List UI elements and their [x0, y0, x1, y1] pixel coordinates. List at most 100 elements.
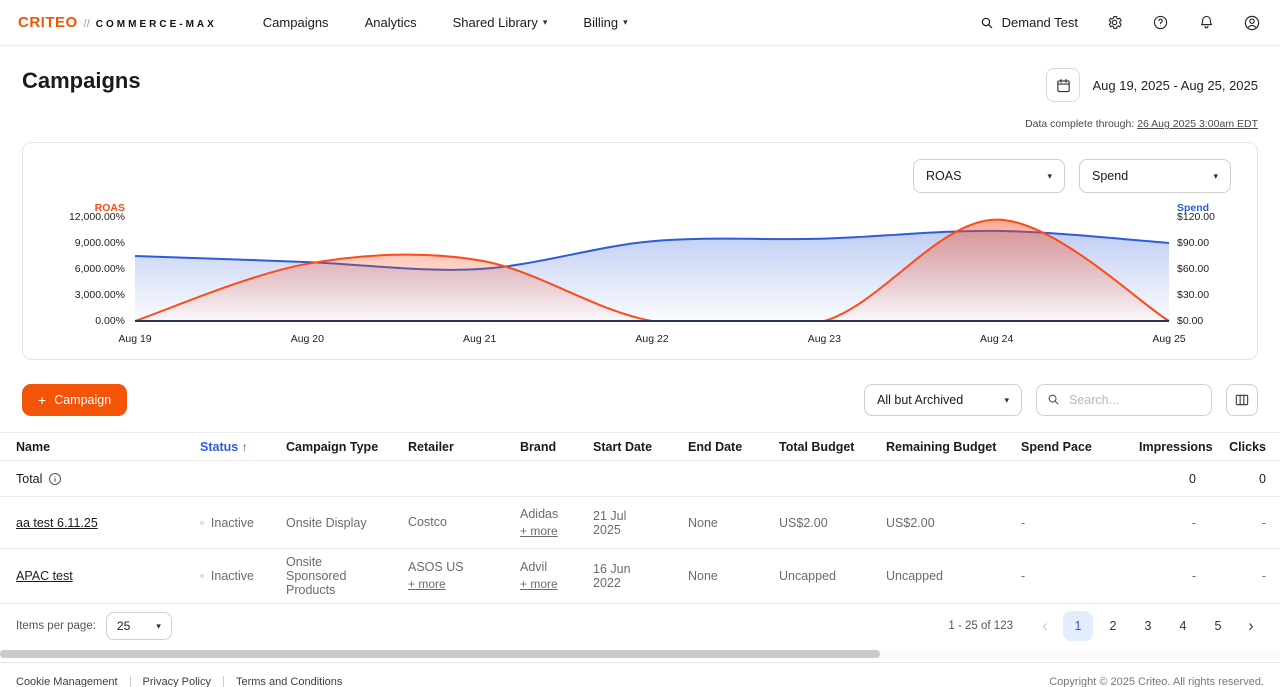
- col-header-start-date[interactable]: Start Date: [577, 433, 672, 461]
- col-header-spend-pace[interactable]: Spend Pace: [1005, 433, 1123, 461]
- performance-chart-card: ROAS ▾ Spend ▾ ROAS Spend 12,000.00% 9,0…: [22, 142, 1258, 360]
- logo-brand-text: CRITEO: [18, 14, 78, 31]
- info-icon[interactable]: [48, 472, 62, 486]
- copyright-text: Copyright © 2025 Criteo. All rights rese…: [1049, 676, 1264, 687]
- brand-name: Advil: [520, 559, 561, 576]
- chart-metric-left-select[interactable]: ROAS ▾: [913, 159, 1065, 193]
- remaining-budget: Uncapped: [870, 549, 1005, 604]
- next-page-button[interactable]: ›: [1238, 611, 1264, 641]
- profile-button[interactable]: [1242, 13, 1262, 33]
- scrollbar-thumb[interactable]: [0, 650, 880, 658]
- total-clicks: 0: [1212, 461, 1280, 497]
- pagination-bar: Items per page: 25 ▾ 1 - 25 of 123 ‹ 1 2…: [0, 604, 1280, 648]
- start-date: 21 Jul 2025: [577, 497, 672, 549]
- campaign-toolbar: + Campaign All but Archived ▾: [22, 384, 1258, 416]
- right-axis-ticks: $120.00 $90.00 $60.00 $30.00 $0.00: [1169, 217, 1231, 321]
- nav-item-billing[interactable]: Billing▾: [583, 15, 627, 30]
- date-controls: Aug 19, 2025 - Aug 25, 2025 Data complet…: [1025, 68, 1258, 130]
- table-row: APAC test Inactive Onsite Sponsored Prod…: [0, 549, 1280, 604]
- campaign-table: Name Status ↑ Campaign Type Retailer Bra…: [0, 432, 1280, 604]
- retailer-more-link[interactable]: + more: [408, 576, 488, 593]
- person-icon: [1243, 14, 1261, 32]
- total-budget: US$2.00: [763, 497, 870, 549]
- new-campaign-button[interactable]: + Campaign: [22, 384, 127, 416]
- chart-area: ROAS Spend 12,000.00% 9,000.00% 6,000.00…: [49, 197, 1231, 349]
- search-icon: [1046, 392, 1061, 407]
- prev-page-button[interactable]: ‹: [1032, 611, 1058, 641]
- total-row: Total 0 0: [0, 461, 1280, 497]
- page-button-2[interactable]: 2: [1098, 611, 1128, 641]
- date-picker-button[interactable]: [1046, 68, 1080, 102]
- chevron-down-icon: ▾: [1213, 172, 1218, 181]
- top-nav: CRITEO // COMMERCE-MAX Campaigns Analyti…: [0, 0, 1280, 46]
- data-complete-link[interactable]: 26 Aug 2025 3:00am EDT: [1137, 118, 1258, 130]
- col-header-total-budget[interactable]: Total Budget: [763, 433, 870, 461]
- chart-metric-right-select[interactable]: Spend ▾: [1079, 159, 1231, 193]
- impressions: -: [1123, 549, 1212, 604]
- nav-item-analytics[interactable]: Analytics: [365, 15, 417, 30]
- total-label: Total: [16, 472, 42, 486]
- chevron-down-icon: ▾: [623, 18, 628, 27]
- brand-name: Adidas: [520, 506, 561, 523]
- account-name: Demand Test: [1002, 15, 1078, 30]
- main-content: Campaigns Aug 19, 2025 - Aug 25, 2025 Da…: [0, 68, 1280, 416]
- horizontal-scrollbar[interactable]: [0, 650, 1280, 658]
- logo-product-text: COMMERCE-MAX: [96, 19, 217, 30]
- page-header: Campaigns Aug 19, 2025 - Aug 25, 2025 Da…: [22, 68, 1258, 130]
- col-header-status[interactable]: Status ↑: [184, 433, 270, 461]
- criteo-logo[interactable]: CRITEO // COMMERCE-MAX: [18, 14, 217, 31]
- table-header-row: Name Status ↑ Campaign Type Retailer Bra…: [0, 433, 1280, 461]
- brand-more-link[interactable]: + more: [520, 523, 561, 540]
- help-icon: [1152, 14, 1169, 31]
- chevron-down-icon: ▾: [156, 622, 161, 631]
- page-button-1[interactable]: 1: [1063, 611, 1093, 641]
- col-header-name[interactable]: Name: [0, 433, 184, 461]
- campaign-type: Onsite Sponsored Products: [286, 555, 346, 597]
- chevron-down-icon: ▾: [1004, 396, 1009, 405]
- left-axis-ticks: 12,000.00% 9,000.00% 6,000.00% 3,000.00%…: [49, 217, 135, 321]
- help-button[interactable]: [1150, 13, 1170, 33]
- col-header-brand[interactable]: Brand: [504, 433, 577, 461]
- retailer-name: ASOS US: [408, 559, 488, 576]
- campaign-name-link[interactable]: APAC test: [16, 569, 73, 583]
- page-button-3[interactable]: 3: [1133, 611, 1163, 641]
- clicks: -: [1212, 549, 1280, 604]
- items-per-page-select[interactable]: 25 ▾: [106, 612, 172, 640]
- campaign-name-link[interactable]: aa test 6.11.25: [16, 516, 98, 530]
- clicks: -: [1212, 497, 1280, 549]
- spend-pace: -: [1005, 497, 1123, 549]
- page-button-4[interactable]: 4: [1168, 611, 1198, 641]
- notifications-button[interactable]: [1196, 13, 1216, 33]
- col-header-retailer[interactable]: Retailer: [392, 433, 504, 461]
- sort-ascending-icon: ↑: [242, 440, 248, 454]
- col-header-clicks[interactable]: Clicks: [1212, 433, 1280, 461]
- account-search-selector[interactable]: Demand Test: [979, 15, 1078, 31]
- column-settings-button[interactable]: [1226, 384, 1258, 416]
- campaign-table-wrap: Name Status ↑ Campaign Type Retailer Bra…: [0, 432, 1280, 604]
- footer-link-privacy-policy[interactable]: Privacy Policy: [130, 676, 223, 687]
- page-title: Campaigns: [22, 68, 141, 94]
- columns-icon: [1234, 392, 1250, 408]
- items-per-page-label: Items per page:: [16, 620, 96, 632]
- status-filter-select[interactable]: All but Archived ▾: [864, 384, 1022, 416]
- col-header-impressions[interactable]: Impressions: [1123, 433, 1212, 461]
- date-range-value: Aug 19, 2025 - Aug 25, 2025: [1092, 78, 1258, 93]
- page-footer: Cookie Management Privacy Policy Terms a…: [0, 662, 1280, 687]
- settings-button[interactable]: [1104, 13, 1124, 33]
- search-icon: [979, 15, 995, 31]
- end-date: None: [672, 549, 763, 604]
- search-input[interactable]: [1036, 384, 1212, 416]
- primary-nav: Campaigns Analytics Shared Library▾ Bill…: [263, 15, 628, 30]
- footer-link-terms[interactable]: Terms and Conditions: [223, 676, 354, 687]
- col-header-remaining-budget[interactable]: Remaining Budget: [870, 433, 1005, 461]
- spend-pace: -: [1005, 549, 1123, 604]
- brand-more-link[interactable]: + more: [520, 576, 561, 593]
- nav-item-shared-library[interactable]: Shared Library▾: [453, 15, 548, 30]
- footer-link-cookie-management[interactable]: Cookie Management: [16, 676, 130, 687]
- col-header-end-date[interactable]: End Date: [672, 433, 763, 461]
- nav-item-campaigns[interactable]: Campaigns: [263, 15, 329, 30]
- col-header-campaign-type[interactable]: Campaign Type: [270, 433, 392, 461]
- campaign-type: Onsite Display: [286, 516, 367, 530]
- status-inactive-icon: [200, 516, 204, 530]
- page-button-5[interactable]: 5: [1203, 611, 1233, 641]
